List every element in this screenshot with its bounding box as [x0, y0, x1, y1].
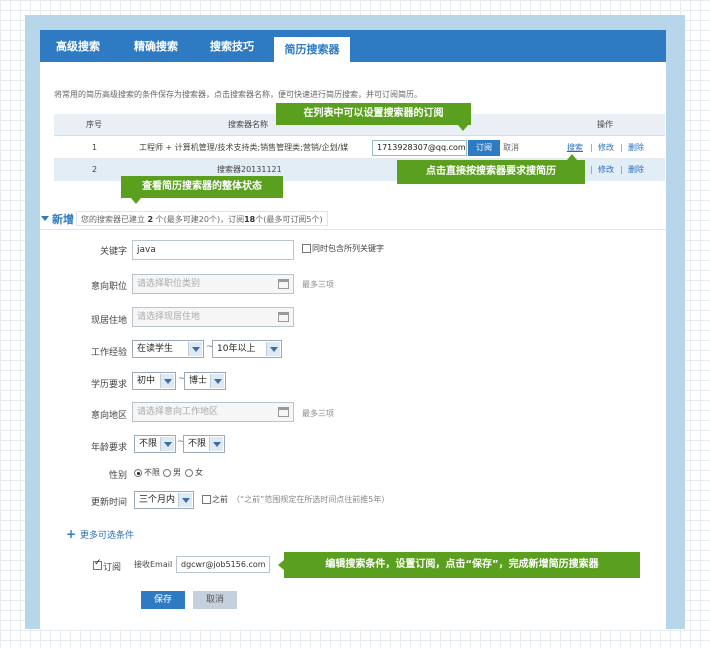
count-created: 2 — [147, 215, 154, 224]
experience-to-select[interactable]: 10年以上 — [212, 340, 282, 358]
update-time-value: 三个月内 — [139, 495, 176, 505]
position-input[interactable]: 请选择职位类别 — [132, 274, 294, 294]
calendar-icon[interactable] — [278, 312, 289, 322]
count-subscribed: 18 — [244, 215, 256, 224]
experience-label: 工作经验 — [90, 348, 127, 358]
collapse-triangle-icon[interactable] — [41, 216, 49, 221]
section-divider — [40, 229, 666, 230]
gender-label: 性别 — [108, 471, 127, 481]
row-name[interactable]: 工程师 + 计算机管理/技术支持类;销售管理类;营销/企划/媒 — [139, 137, 348, 159]
edit-link[interactable]: 修改 — [598, 140, 614, 156]
age-from-value: 不限 — [139, 439, 158, 449]
separator: | — [590, 165, 593, 174]
subscribe-button[interactable]: 订阅 — [468, 140, 500, 156]
col-name: 搜索器名称 — [228, 120, 268, 129]
cancel-subscribe-link[interactable]: 取消 — [503, 140, 519, 156]
chevron-down-icon — [266, 342, 280, 356]
separator: | — [590, 143, 593, 152]
count-prefix: 您的搜索器已建立 — [81, 215, 145, 224]
delete-link[interactable]: 删除 — [628, 162, 644, 178]
gender-any-radio[interactable] — [134, 469, 142, 477]
calendar-icon[interactable] — [278, 407, 289, 417]
save-button[interactable]: 保存 — [141, 591, 185, 609]
page-description: 将常用的简历高级搜索的条件保存为搜索器，点击搜索器名称，便可快速进行简历搜索，并… — [54, 90, 422, 99]
experience-to-value: 10年以上 — [217, 344, 256, 354]
age-from-select[interactable]: 不限 — [134, 435, 176, 453]
age-to-value: 不限 — [188, 439, 207, 449]
gender-male-label: 男 — [173, 468, 181, 477]
chevron-down-icon — [160, 437, 174, 451]
delete-link[interactable]: 删除 — [628, 140, 644, 156]
subscribe-label: 订阅 — [103, 563, 122, 573]
chevron-down-icon — [210, 374, 224, 388]
chevron-down-icon — [178, 493, 192, 507]
count-mid: 个(最多可建20个)，订阅 — [155, 215, 245, 224]
count-suffix: 个(最多可订阅5个) — [255, 215, 323, 224]
education-to-value: 博士 — [189, 376, 208, 386]
experience-from-value: 在读学生 — [137, 344, 174, 354]
chevron-down-icon — [160, 374, 174, 388]
tab-bar: 高级搜索 精确搜索 搜索技巧 简历搜索器 — [40, 30, 666, 62]
experience-from-select[interactable]: 在读学生 — [132, 340, 204, 358]
region-placeholder: 请选择意向工作地区 — [137, 407, 219, 417]
position-label: 意向职位 — [90, 282, 127, 292]
plus-icon[interactable]: + — [66, 528, 76, 540]
separator: | — [620, 165, 623, 174]
update-time-select[interactable]: 三个月内 — [134, 491, 194, 509]
region-hint: 最多三项 — [302, 409, 334, 418]
tab-advanced-search[interactable]: 高级搜索 — [46, 30, 110, 62]
row-index: 2 — [92, 165, 98, 174]
tab-resume-searcher[interactable]: 简历搜索器 — [274, 37, 350, 62]
before-label: 之前 — [212, 495, 228, 504]
update-time-label: 更新时间 — [90, 498, 127, 508]
gender-female-label: 女 — [195, 468, 203, 477]
receive-email-label: 接收Email — [134, 560, 173, 569]
col-ops: 操作 — [597, 120, 613, 129]
age-label: 年龄要求 — [90, 443, 127, 453]
callout-set-subscribe: 在列表中可以设置搜索器的订阅 — [276, 103, 471, 131]
education-from-select[interactable]: 初中 — [132, 372, 176, 390]
tab-exact-search[interactable]: 精确搜索 — [124, 30, 188, 62]
more-conditions-link[interactable]: 更多可选条件 — [80, 528, 134, 541]
row-index: 1 — [92, 143, 98, 152]
status-summary: 您的搜索器已建立 2 个(最多可建20个)，订阅18个(最多可订阅5个) — [76, 211, 328, 226]
age-to-select[interactable]: 不限 — [183, 435, 225, 453]
col-index: 序号 — [86, 120, 102, 129]
callout-edit-hint: 编辑搜索条件，设置订阅，点击“保存”，完成新增简历搜索器 — [278, 552, 640, 578]
before-note: （“之前”范围规定在所选时间点往前推5年） — [232, 495, 390, 504]
callout-direct-search: 点击直接按搜索器要求搜简历 — [397, 154, 585, 184]
gender-any-label: 不限 — [144, 468, 160, 477]
subscribe-email-field[interactable]: 1713928307@qq.com — [372, 140, 467, 156]
education-from-value: 初中 — [137, 376, 156, 386]
residence-placeholder: 请选择现居住地 — [137, 312, 201, 322]
include-all-label: 同时包含所列关键字 — [312, 244, 384, 253]
gender-female-radio[interactable] — [185, 469, 193, 477]
tab-search-tips[interactable]: 搜索技巧 — [200, 30, 264, 62]
cancel-button[interactable]: 取消 — [193, 591, 237, 609]
keyword-input[interactable]: java — [132, 240, 294, 260]
education-to-select[interactable]: 博士 — [184, 372, 226, 390]
add-section-title[interactable]: 新增 — [52, 211, 74, 227]
residence-input[interactable]: 请选择现居住地 — [132, 307, 294, 327]
residence-label: 现居住地 — [90, 316, 127, 326]
callout-overall-status: 查看简历搜索器的整体状态 — [121, 176, 283, 204]
keyword-label: 关键字 — [99, 247, 127, 257]
before-checkbox[interactable] — [202, 495, 211, 504]
position-placeholder: 请选择职位类别 — [137, 279, 201, 289]
region-label: 意向地区 — [90, 411, 127, 421]
subscribe-checkbox[interactable] — [93, 558, 102, 570]
edit-link[interactable]: 修改 — [598, 162, 614, 178]
gender-male-radio[interactable] — [163, 469, 171, 477]
chevron-down-icon — [209, 437, 223, 451]
education-label: 学历要求 — [90, 380, 127, 390]
region-input[interactable]: 请选择意向工作地区 — [132, 402, 294, 422]
position-hint: 最多三项 — [302, 280, 334, 289]
separator: | — [620, 143, 623, 152]
include-all-checkbox[interactable] — [302, 244, 311, 253]
chevron-down-icon — [188, 342, 202, 356]
calendar-icon[interactable] — [278, 279, 289, 289]
receive-email-input[interactable]: dgcwr@job5156.com — [176, 556, 270, 573]
